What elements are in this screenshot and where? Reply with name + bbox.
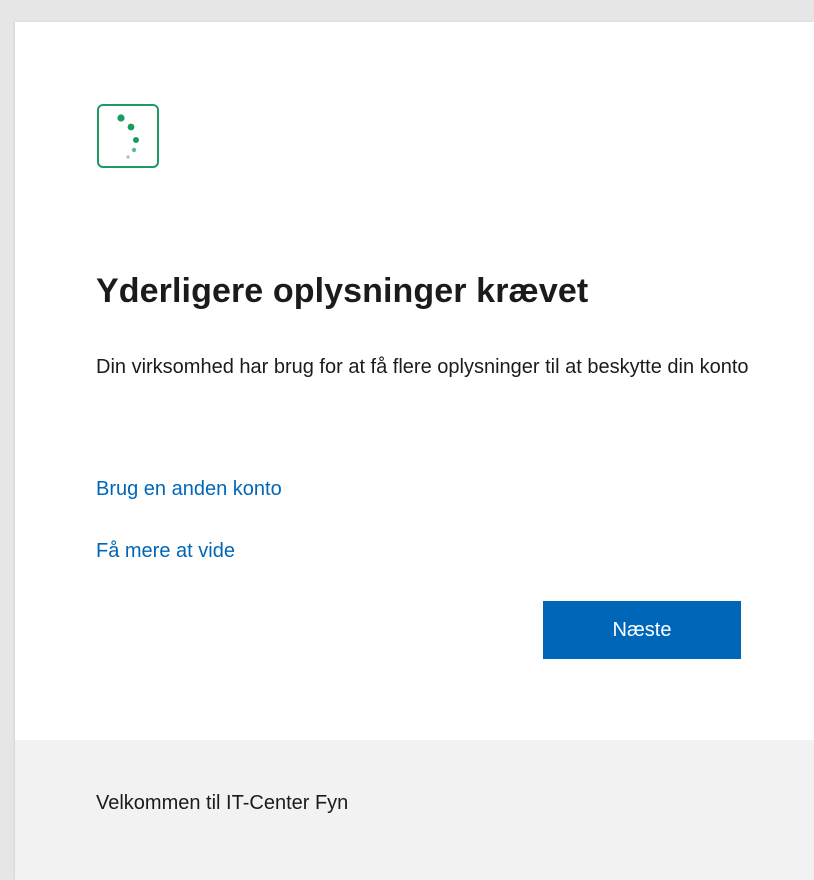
- page-title: Yderligere oplysninger krævet: [96, 272, 589, 310]
- description-text: Din virksomhed har brug for at få flere …: [96, 356, 749, 378]
- next-button[interactable]: Næste: [543, 601, 741, 659]
- footer: Velkommen til IT-Center Fyn: [15, 740, 814, 880]
- dots-logo-icon: [97, 104, 159, 168]
- footer-welcome-text: Velkommen til IT-Center Fyn: [96, 792, 349, 814]
- use-other-account-link[interactable]: Brug en anden konto: [96, 478, 282, 501]
- learn-more-link[interactable]: Få mere at vide: [96, 540, 235, 563]
- sign-in-card: Yderligere oplysninger krævet Din virkso…: [15, 22, 814, 880]
- page: Yderligere oplysninger krævet Din virkso…: [0, 0, 814, 880]
